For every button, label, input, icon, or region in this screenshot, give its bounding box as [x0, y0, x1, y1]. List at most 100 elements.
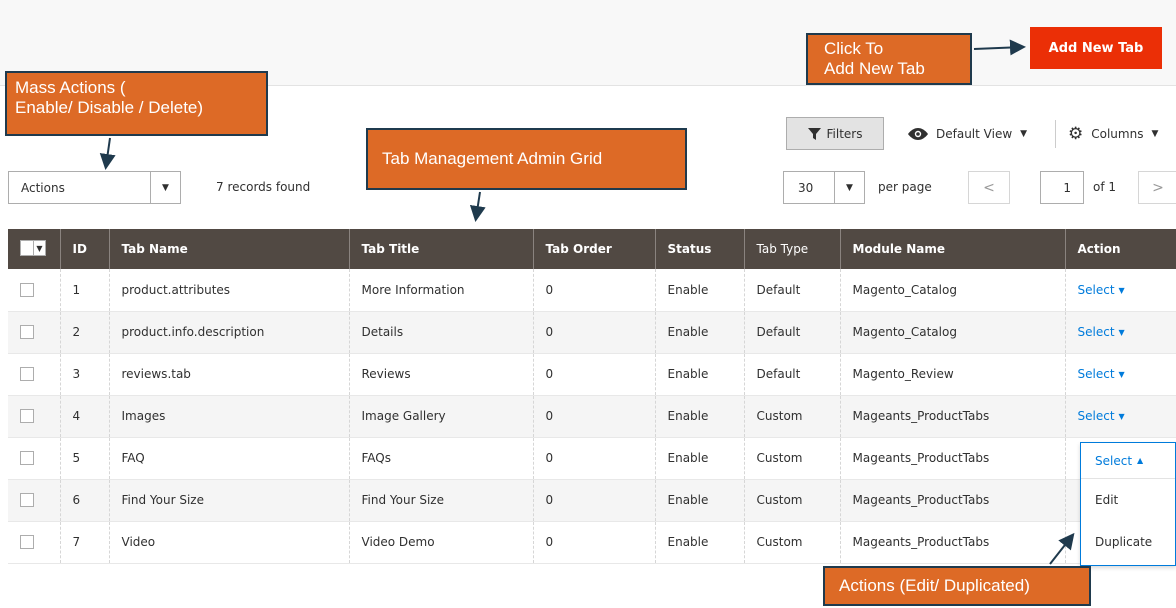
row-action-select-open[interactable]: Select ▲ [1081, 443, 1175, 479]
cell-module-name: Mageants_ProductTabs [840, 521, 1066, 564]
cell-tab-order: 0 [533, 311, 656, 354]
row-checkbox[interactable] [20, 451, 34, 466]
cell-tab-title: Find Your Size [349, 479, 534, 522]
cell-status: Enable [655, 521, 745, 564]
per-page-select[interactable]: 30 ▼ [783, 171, 865, 204]
tab-grid: ▼ ID Tab Name Tab Title Tab Order Status… [8, 229, 1176, 564]
caret-down-icon: ▼ [1020, 128, 1028, 139]
cell-tab-type: Custom [744, 479, 841, 522]
cell-tab-name: FAQ [109, 437, 350, 480]
grid-header-row: ▼ ID Tab Name Tab Title Tab Order Status… [8, 229, 1176, 269]
cell-tab-type: Default [744, 353, 841, 396]
table-row: 2 product.info.description Details 0 Ena… [8, 311, 1176, 354]
filter-icon [807, 127, 821, 140]
cell-tab-name: product.info.description [109, 311, 350, 354]
default-view-dropdown[interactable]: Default View ▼ [908, 117, 1027, 150]
filters-button[interactable]: Filters [786, 117, 884, 150]
cell-tab-order: 0 [533, 353, 656, 396]
cell-tab-name: Find Your Size [109, 479, 350, 522]
table-row: 3 reviews.tab Reviews 0 Enable Default M… [8, 353, 1176, 396]
chevron-down-icon: ▼ [834, 172, 864, 203]
arrow-mass-actions [99, 137, 116, 170]
cell-status: Enable [655, 311, 745, 354]
cell-tab-name: reviews.tab [109, 353, 350, 396]
row-checkbox[interactable] [20, 493, 34, 508]
cell-tab-name: Video [109, 521, 350, 564]
cell-id: 3 [60, 353, 110, 396]
cell-status: Enable [655, 269, 745, 312]
row-action-select[interactable]: Select ▼ [1078, 325, 1125, 339]
next-page-button[interactable]: > [1138, 171, 1176, 204]
column-header-tab-order[interactable]: Tab Order [533, 229, 656, 269]
row-checkbox[interactable] [20, 409, 34, 424]
table-row: 6 Find Your Size Find Your Size 0 Enable… [8, 479, 1176, 522]
cell-id: 5 [60, 437, 110, 480]
eye-icon [908, 127, 928, 140]
row-checkbox[interactable] [20, 325, 34, 340]
chevron-right-icon: > [1152, 179, 1164, 196]
cell-tab-type: Default [744, 311, 841, 354]
column-header-tab-name[interactable]: Tab Name [109, 229, 350, 269]
row-action-select[interactable]: Select ▼ [1078, 367, 1125, 381]
cell-id: 1 [60, 269, 110, 312]
caret-down-icon: ▼ [1118, 328, 1125, 337]
mass-actions-value: Actions [21, 180, 65, 195]
row-checkbox[interactable] [20, 283, 34, 297]
grid-callout: Tab Management Admin Grid [366, 128, 687, 190]
mass-actions-callout: Mass Actions ( Enable/ Disable / Delete) [5, 71, 268, 136]
add-tab-callout-line2: Add New Tab [824, 59, 925, 78]
page-total: of 1 [1093, 180, 1117, 194]
mass-actions-select[interactable]: Actions ▼ [8, 171, 181, 204]
cell-tab-order: 0 [533, 479, 656, 522]
caret-down-icon: ▼ [1118, 370, 1125, 379]
table-row: 1 product.attributes More Information 0 … [8, 269, 1176, 312]
table-row: 5 FAQ FAQs 0 Enable Custom Mageants_Prod… [8, 437, 1176, 480]
action-duplicate[interactable]: Duplicate [1081, 521, 1175, 563]
mass-select-header[interactable]: ▼ [8, 229, 61, 269]
cell-id: 2 [60, 311, 110, 354]
row-action-select[interactable]: Select ▼ [1078, 283, 1125, 297]
cell-tab-title: More Information [349, 269, 534, 312]
cell-tab-title: Reviews [349, 353, 534, 396]
cell-tab-type: Custom [744, 395, 841, 438]
mass-select-checkbox[interactable]: ▼ [20, 240, 46, 256]
page-number-input[interactable]: 1 [1040, 171, 1084, 204]
row-action-select[interactable]: Select ▼ [1078, 409, 1125, 423]
default-view-label: Default View [936, 126, 1013, 141]
cell-module-name: Mageants_ProductTabs [840, 479, 1066, 522]
row-checkbox[interactable] [20, 367, 34, 382]
column-header-id[interactable]: ID [60, 229, 110, 269]
cell-status: Enable [655, 437, 745, 480]
caret-up-icon: ▲ [1137, 456, 1144, 465]
add-new-tab-button[interactable]: Add New Tab [1030, 27, 1162, 69]
cell-module-name: Magento_Review [840, 353, 1066, 396]
cell-module-name: Mageants_ProductTabs [840, 395, 1066, 438]
row-checkbox[interactable] [20, 535, 34, 550]
cell-status: Enable [655, 395, 745, 438]
column-header-tab-type[interactable]: Tab Type [744, 229, 841, 269]
add-tab-callout: Click To Add New Tab [806, 33, 972, 85]
chevron-down-icon: ▼ [150, 172, 180, 203]
column-header-module-name[interactable]: Module Name [840, 229, 1066, 269]
per-page-value: 30 [798, 180, 814, 195]
previous-page-button[interactable]: < [968, 171, 1010, 204]
mass-actions-callout-line1: Mass Actions ( [15, 78, 126, 97]
cell-tab-title: Image Gallery [349, 395, 534, 438]
mass-actions-callout-line2: Enable/ Disable / Delete) [15, 98, 204, 117]
chevron-left-icon: < [983, 179, 995, 196]
records-count: 7 records found [216, 180, 311, 194]
cell-tab-type: Custom [744, 521, 841, 564]
add-tab-callout-line1: Click To [824, 39, 884, 58]
cell-tab-name: product.attributes [109, 269, 350, 312]
cell-tab-title: Video Demo [349, 521, 534, 564]
action-edit[interactable]: Edit [1081, 479, 1175, 521]
gear-icon: ⚙ [1068, 123, 1084, 144]
cell-tab-title: Details [349, 311, 534, 354]
column-header-tab-title[interactable]: Tab Title [349, 229, 534, 269]
cell-tab-type: Custom [744, 437, 841, 480]
cell-module-name: Magento_Catalog [840, 311, 1066, 354]
columns-label: Columns [1091, 126, 1144, 141]
caret-down-icon: ▼ [33, 241, 45, 255]
columns-dropdown[interactable]: ⚙ Columns ▼ [1068, 117, 1158, 150]
column-header-status[interactable]: Status [655, 229, 745, 269]
